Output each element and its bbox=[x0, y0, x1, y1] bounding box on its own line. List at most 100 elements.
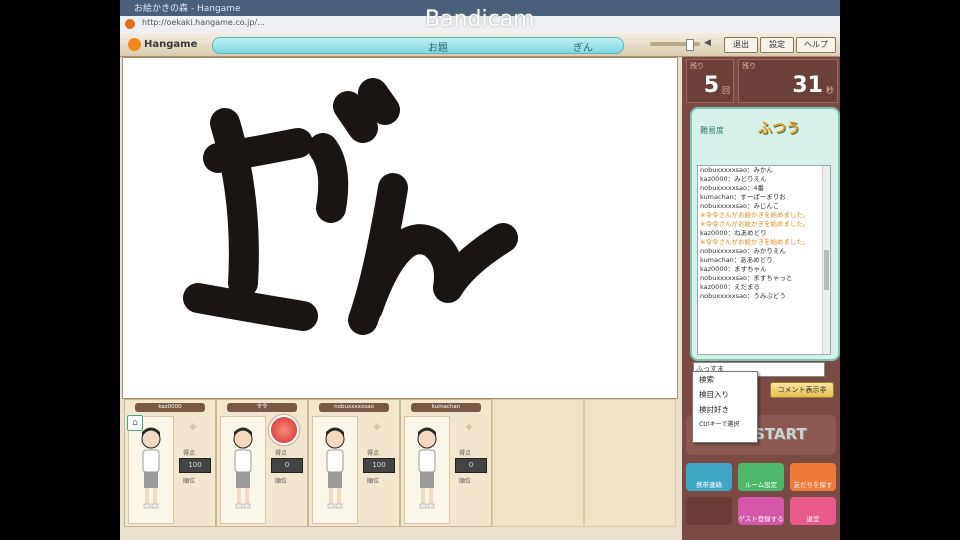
player-name: nobuxxxxxsao bbox=[319, 403, 389, 412]
settings-button[interactable]: 設定 bbox=[760, 37, 794, 53]
volume-knob[interactable] bbox=[686, 39, 694, 51]
chat-line: kumachan：すーぱーまりお bbox=[700, 193, 786, 201]
decoration-icon: ✦ bbox=[371, 420, 383, 436]
score-caption: 得点 bbox=[459, 450, 472, 457]
player-name: kaz0000 bbox=[135, 403, 205, 412]
chat-panel: 難易度 ふつう nobuxxxxxsao：みかん kaz0000：みどりえん nob… bbox=[690, 107, 840, 361]
avatar-figure-icon bbox=[141, 427, 161, 509]
leave-room-tile[interactable]: 退室 bbox=[790, 497, 836, 525]
chat-line: kaz0000：ねあめどり bbox=[700, 229, 767, 237]
chat-line: ※令令さんがお絵かきを始めました。 bbox=[700, 211, 810, 219]
chat-line: nobuxxxxxsao：うみぶどう bbox=[700, 292, 786, 300]
decoration-icon: ✦ bbox=[463, 420, 475, 436]
start-button[interactable]: START bbox=[754, 425, 834, 455]
hangame-logo[interactable]: Hangame bbox=[128, 37, 197, 52]
right-panel: 残り 5 回 残り 31 秒 難易度 ふつう nobuxxxxxsao：みかん k… bbox=[682, 57, 840, 540]
difficulty-row: 難易度 ふつう bbox=[698, 115, 832, 141]
player-slot[interactable]: nobuxxxxxsao ✦ 得点 100 順位 bbox=[308, 399, 400, 527]
rank-caption: 順位 bbox=[367, 478, 380, 485]
time-unit: 秒 bbox=[826, 86, 834, 95]
empty-player-slot bbox=[584, 399, 676, 527]
avatar bbox=[128, 416, 174, 524]
watermark: Bandicam bbox=[425, 7, 535, 32]
rank-caption: 順位 bbox=[275, 478, 288, 485]
time-caption: 残り bbox=[742, 62, 756, 70]
round-caption: 残り bbox=[690, 62, 704, 70]
stroke bbox=[183, 283, 318, 331]
chat-line: ※令令さんがお絵かきを始めました。 bbox=[700, 238, 810, 246]
mobile-contact-tile[interactable]: 携帯連絡 bbox=[686, 463, 732, 491]
score-caption: 得点 bbox=[275, 450, 288, 457]
player-name: 令令 bbox=[227, 403, 297, 412]
chat-log[interactable]: nobuxxxxxsao：みかん kaz0000：みどりえん nobuxxxxxsa… bbox=[697, 165, 831, 355]
browser-icon bbox=[125, 19, 135, 29]
window-title: お絵かきの森 - Hangame bbox=[134, 4, 241, 14]
logo-mark-icon bbox=[128, 38, 141, 51]
player-name: kumachan bbox=[411, 403, 481, 412]
comment-toggle-button[interactable]: コメント表示非 bbox=[770, 382, 834, 398]
difficulty-caption: 難易度 bbox=[700, 126, 724, 135]
rank-caption: 順位 bbox=[459, 478, 472, 485]
avatar bbox=[312, 416, 358, 524]
player-score: 100 bbox=[179, 458, 211, 473]
dropdown-item[interactable]: 検索 bbox=[693, 372, 757, 387]
exit-button[interactable]: 退出 bbox=[724, 37, 758, 53]
host-house-icon: ⌂ bbox=[127, 415, 143, 431]
help-button[interactable]: ヘルプ bbox=[796, 37, 836, 53]
tile-label: 退室 bbox=[806, 515, 820, 523]
score-caption: 得点 bbox=[367, 450, 380, 457]
chat-line: kumachan：ああめどり bbox=[700, 256, 773, 264]
difficulty-value: ふつう bbox=[758, 121, 800, 137]
chat-line: nobuxxxxxsao：ますちゃっと bbox=[700, 274, 793, 282]
avatar bbox=[404, 416, 450, 524]
stroke bbox=[210, 108, 259, 298]
player-slot[interactable]: kumachan ✦ 得点 0 順位 bbox=[400, 399, 492, 527]
tile-label: ゲスト登録する bbox=[738, 515, 784, 523]
chat-lines: nobuxxxxxsao：みかん kaz0000：みどりえん nobuxxxxxsa… bbox=[698, 166, 830, 301]
tile-label: 携帯連絡 bbox=[696, 481, 722, 489]
logo-text: Hangame bbox=[144, 39, 198, 50]
chat-line: nobuxxxxxsao：4番 bbox=[700, 184, 765, 192]
topic-label: お題 bbox=[428, 43, 448, 54]
autocomplete-dropdown: 検索 検目入り 検討好き Ctrlキーで選択 bbox=[692, 371, 758, 443]
chat-line: nobuxxxxxsao：みかりえん bbox=[700, 247, 786, 255]
empty-player-slot bbox=[492, 399, 584, 527]
stroke bbox=[308, 133, 349, 223]
tile-label: 友だちを探す bbox=[793, 481, 833, 489]
drawing-strokes bbox=[183, 78, 518, 335]
time-counter: 残り 31 秒 bbox=[738, 59, 838, 103]
drawing-canvas[interactable] bbox=[122, 57, 678, 399]
avatar-figure-icon bbox=[325, 427, 345, 509]
chat-line: kaz0000：えだまる bbox=[700, 283, 760, 291]
player-score: 0 bbox=[271, 458, 303, 473]
avatar-figure-icon bbox=[233, 427, 253, 509]
stroke bbox=[333, 91, 378, 143]
chat-scrollbar[interactable] bbox=[822, 166, 830, 354]
dropdown-item[interactable]: 検討好き bbox=[693, 402, 757, 417]
time-value: 31 bbox=[792, 73, 823, 98]
drawing-turn-pencil-icon bbox=[269, 415, 299, 445]
game-header: Hangame お題 ぎん ◀ 退出 設定 ヘルプ bbox=[120, 33, 840, 57]
round-counter: 残り 5 回 bbox=[686, 59, 734, 103]
rank-caption: 順位 bbox=[183, 478, 196, 485]
url-text[interactable]: http://oekaki.hangame.co.jp/... bbox=[142, 18, 402, 29]
dropdown-item[interactable]: 検目入り bbox=[693, 387, 757, 402]
round-value: 5 bbox=[703, 73, 719, 98]
chat-scroll-thumb[interactable] bbox=[824, 250, 829, 290]
speaker-icon[interactable]: ◀ bbox=[704, 38, 712, 48]
round-unit: 回 bbox=[722, 86, 730, 95]
chat-line: nobuxxxxxsao：みじんこ bbox=[700, 202, 780, 210]
chat-line: nobuxxxxxsao：みかん bbox=[700, 166, 773, 174]
topic-bar: お題 ぎん bbox=[212, 37, 624, 54]
room-settings-tile[interactable]: ルーム設定 bbox=[738, 463, 784, 491]
find-friends-tile[interactable]: 友だちを探す bbox=[790, 463, 836, 491]
guest-register-tile[interactable]: ゲスト登録する bbox=[738, 497, 784, 525]
stroke bbox=[358, 78, 400, 125]
empty-tile bbox=[686, 497, 732, 525]
player-slots: kaz0000✦得点100順位令令✦得点0順位nobuxxxxxsao✦得点10… bbox=[124, 399, 676, 527]
tile-label: ルーム設定 bbox=[744, 481, 778, 489]
chat-line: kaz0000：ますちゃん bbox=[700, 265, 767, 273]
dropdown-item[interactable]: Ctrlキーで選択 bbox=[693, 417, 757, 432]
chat-line: ※令令さんがお絵かきを始めました。 bbox=[700, 220, 810, 228]
avatar bbox=[220, 416, 266, 524]
